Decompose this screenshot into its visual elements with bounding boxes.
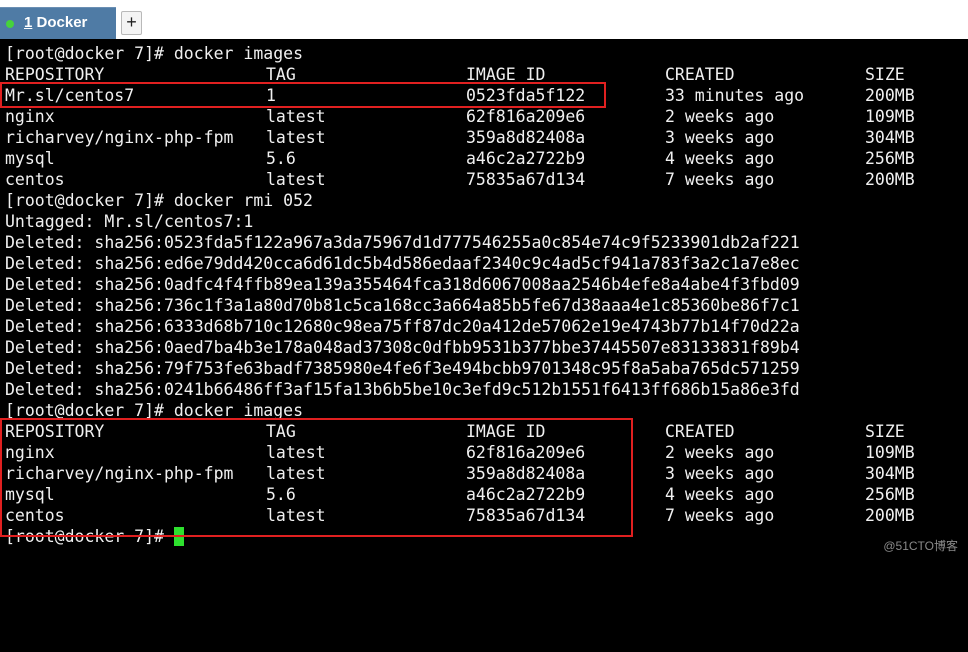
deleted-line: Deleted: sha256:0adfc4f4ffb89ea139a35546… (5, 275, 800, 294)
command-line: [root@docker 7]# docker images (5, 44, 304, 63)
cell-created: 33 minutes ago (665, 86, 805, 105)
cell-created: 2 weeks ago (665, 443, 775, 462)
cell-tag: 5.6 (266, 149, 296, 168)
cell-created: 4 weeks ago (665, 485, 775, 504)
cell-image-id: 75835a67d134 (466, 170, 586, 189)
cell-image-id: 62f816a209e6 (466, 107, 586, 126)
tab-docker[interactable]: 1 Docker (0, 7, 116, 39)
cell-created: 2 weeks ago (665, 107, 775, 126)
header-created: CREATED (665, 422, 735, 441)
cell-repository: nginx (5, 107, 55, 126)
watermark: @51CTO博客 (883, 539, 958, 553)
highlight-box-remaining-images (0, 418, 633, 537)
cell-repository: centos (5, 170, 65, 189)
deleted-line: Deleted: sha256:ed6e79dd420cca6d61dc5b4d… (5, 254, 800, 273)
tab-name: Docker (32, 14, 88, 31)
cell-size: 256MB (865, 149, 915, 168)
cell-image-id: 359a8d82408a (466, 128, 586, 147)
deleted-line: Deleted: sha256:0241b66486ff3af15fa13b6b… (5, 380, 800, 399)
table-row: mysql 5.6 a46c2a2722b9 4 weeks ago 256MB (5, 148, 915, 169)
cell-size: 304MB (865, 128, 915, 147)
tab-title: 1 Docker (24, 14, 87, 31)
terminal-output[interactable]: [root@docker 7]# docker images REPOSITOR… (0, 39, 968, 562)
header-created: CREATED (665, 65, 735, 84)
connection-status-icon (6, 20, 14, 28)
cell-size: 304MB (865, 464, 915, 483)
cell-repository: mysql (5, 149, 55, 168)
table-row: nginx latest 62f816a209e6 2 weeks ago 10… (5, 106, 915, 127)
cell-tag: latest (266, 107, 326, 126)
highlight-box-removed-image (0, 82, 606, 108)
cell-created: 3 weeks ago (665, 464, 775, 483)
deleted-line: Deleted: sha256:0523fda5f122a967a3da7596… (5, 233, 800, 252)
deleted-line: Deleted: sha256:6333d68b710c12680c98ea75… (5, 317, 800, 336)
deleted-line: Deleted: sha256:0aed7ba4b3e178a048ad3730… (5, 338, 800, 357)
tab-bar: 1 Docker + (0, 0, 968, 39)
cell-size: 109MB (865, 443, 915, 462)
table-row: richarvey/nginx-php-fpm latest 359a8d824… (5, 127, 915, 148)
cell-size: 200MB (865, 170, 915, 189)
cell-size: 200MB (865, 86, 915, 105)
cell-size: 256MB (865, 485, 915, 504)
new-tab-button[interactable]: + (121, 11, 142, 35)
cell-repository: richarvey/nginx-php-fpm (5, 128, 234, 147)
cell-size: 109MB (865, 107, 915, 126)
table-row: centos latest 75835a67d134 7 weeks ago 2… (5, 169, 915, 190)
cell-tag: latest (266, 128, 326, 147)
deleted-line: Deleted: sha256:736c1f3a1a80d70b81c5ca16… (5, 296, 800, 315)
command-line: [root@docker 7]# docker rmi 052 (5, 191, 313, 210)
cell-created: 4 weeks ago (665, 149, 775, 168)
cell-created: 3 weeks ago (665, 128, 775, 147)
header-size: SIZE (865, 422, 905, 441)
cell-size: 200MB (865, 506, 915, 525)
cell-image-id: a46c2a2722b9 (466, 149, 586, 168)
deleted-line: Deleted: sha256:79f753fe63badf7385980e4f… (5, 359, 800, 378)
cell-created: 7 weeks ago (665, 506, 775, 525)
cell-tag: latest (266, 170, 326, 189)
header-size: SIZE (865, 65, 905, 84)
untagged-line: Untagged: Mr.sl/centos7:1 (5, 212, 254, 231)
cell-created: 7 weeks ago (665, 170, 775, 189)
